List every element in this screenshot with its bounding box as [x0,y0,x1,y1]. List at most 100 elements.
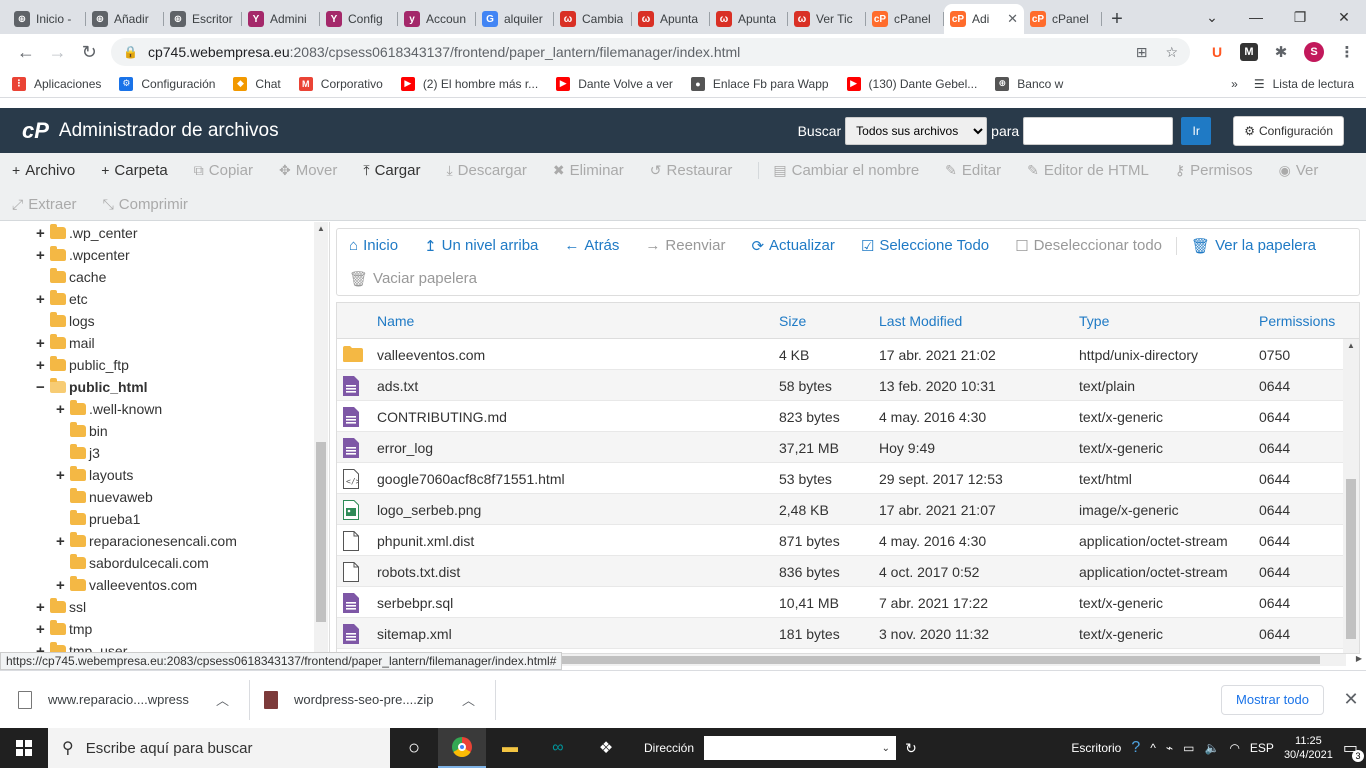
address-go-icon[interactable]: ↻ [896,728,926,768]
download-options-chevron-icon[interactable]: ︿ [462,690,475,709]
restore-button[interactable]: ↺ Restaurar [650,162,733,179]
minimize-button[interactable]: — [1234,9,1278,25]
settings-button[interactable]: ⚙ Configuración [1233,115,1344,146]
close-tab-icon[interactable]: ✕ [1007,11,1018,27]
volume-icon[interactable]: 🔈 [1204,741,1219,755]
html-editor-button[interactable]: ✎ Editor de HTML [1027,162,1149,179]
tree-folder-wp-center[interactable]: + .wp_center [36,222,137,244]
copy-button[interactable]: ⧉ Copiar [194,162,253,179]
up-one-level-button[interactable]: ↥ Un nivel arriba [424,237,538,255]
view-trash-button[interactable]: 🗑 Ver la papelera [1176,236,1316,255]
tree-folder-bin[interactable]: bin [56,420,108,442]
back-button[interactable]: ← Atrás [564,237,619,254]
tree-folder-reparacionesencali-com[interactable]: + reparacionesencali.com [56,530,237,552]
file-explorer-icon[interactable]: ▬ [486,728,534,768]
browser-tab[interactable]: y Accoun [398,4,476,34]
tray-chevron-icon[interactable]: ^ [1150,741,1156,755]
file-table-scrollbar-thumb[interactable] [1346,479,1356,639]
bookmark-item[interactable]: ▶ (130) Dante Gebel... [846,76,977,91]
battery-icon[interactable]: ▭ [1183,741,1194,755]
input-language[interactable]: ESP [1250,741,1274,755]
collapse-icon[interactable]: − [36,379,48,396]
tab-search-icon[interactable]: ⌄ [1190,9,1234,26]
forward-button[interactable]: → Reenviar [645,237,725,254]
select-all-button[interactable]: ☑ Seleccione Todo [861,237,989,255]
bookmark-item[interactable]: ▶ Dante Volve a ver [556,76,673,91]
new-tab-button[interactable]: + [1102,4,1132,34]
bookmark-item[interactable]: ⊕ Banco w [995,76,1063,91]
browser-tab[interactable]: ⊕ Inicio - [8,4,86,34]
more-bookmarks-icon[interactable]: » [1231,77,1238,91]
expand-icon[interactable]: + [36,247,48,264]
extension-m-icon[interactable]: M [1240,43,1258,61]
reading-list-button[interactable]: ☰ Lista de lectura [1254,77,1354,91]
close-downloads-bar-icon[interactable]: ✕ [1336,689,1366,710]
tree-folder-ssl[interactable]: + ssl [36,596,86,618]
tree-folder-public-ftp[interactable]: + public_ftp [36,354,129,376]
tree-folder-sabordulcecali-com[interactable]: sabordulcecali.com [56,552,209,574]
tree-folder-tmp[interactable]: + tmp [36,618,92,640]
expand-icon[interactable]: + [56,401,68,418]
file-row-serbebpr-sql[interactable]: serbebpr.sql 10,41 MB 7 abr. 2021 17:22 tex… [337,587,1359,618]
search-scope-select[interactable]: Todos sus archivos [845,116,988,145]
browser-tab-active[interactable]: cP Adi ✕ [944,4,1024,34]
desktop-toolbar-label[interactable]: Escritorio [1071,741,1121,755]
tree-folder-mail[interactable]: + mail [36,332,95,354]
download-button[interactable]: ⤓ Descargar [446,162,526,179]
view-button[interactable]: ◉ Ver [1279,162,1319,179]
file-row-ads-txt[interactable]: ads.txt 58 bytes 13 feb. 2020 10:31 text/pl… [337,370,1359,401]
file-row-sitemap-xml[interactable]: sitemap.xml 181 bytes 3 nov. 2020 11:32 tex… [337,618,1359,649]
arduino-icon[interactable]: ∞ [534,728,582,768]
browser-tab[interactable]: Galquiler [476,4,554,34]
file-row-error-log[interactable]: error_log 37,21 MB Hoy 9:49 text/x-generic 0… [337,432,1359,463]
expand-icon[interactable]: + [36,621,48,638]
new-file-button[interactable]: + Archivo [12,162,75,179]
browser-menu-icon[interactable]: ⋮ [1338,43,1356,61]
scroll-up-icon[interactable]: ▲ [317,224,325,233]
file-table-scrollbar[interactable]: ▲ [1343,339,1359,653]
file-row-valleeventos-com[interactable]: valleeventos.com 4 KB 17 abr. 2021 21:02 ht… [337,339,1359,370]
bookmark-star-icon[interactable]: ☆ [1165,44,1178,61]
cpanel-logo[interactable]: cP [22,118,49,144]
expand-icon[interactable]: + [36,357,48,374]
reload-button[interactable]: ⟳ Actualizar [751,237,834,255]
bookmark-item[interactable]: ● Enlace Fb para Wapp [690,76,829,91]
browser-tab[interactable]: Y Config [320,4,398,34]
browser-tab[interactable]: ⊕ Escritor [164,4,242,34]
tree-folder-public-html[interactable]: − public_html [36,376,148,398]
column-header-last-modified[interactable]: Last Modified [879,313,962,329]
tree-folder-well-known[interactable]: + .well-known [56,398,162,420]
tree-folder-cache[interactable]: cache [36,266,106,288]
tree-folder-layouts[interactable]: + layouts [56,464,133,486]
permissions-button[interactable]: ⚷ Permisos [1175,162,1253,179]
delete-button[interactable]: ✖ Eliminar [553,162,624,179]
file-row-google7060acf8c8f71551-html[interactable]: </> google7060acf8c8f71551.html 53 bytes 29… [337,463,1359,494]
tree-folder-wpcenter[interactable]: + .wpcenter [36,244,130,266]
windows-start-button[interactable] [0,728,48,768]
rename-button[interactable]: ▤ Cambiar el nombre [758,161,919,179]
expand-icon[interactable]: + [56,533,68,550]
address-toolbar-input[interactable]: ⌄ [704,736,897,760]
browser-tab[interactable]: cP cPanel [866,4,944,34]
file-row-logo-serbeb-png[interactable]: logo_serbeb.png 2,48 KB 17 abr. 2021 21:07… [337,494,1359,525]
dropbox-icon[interactable]: ❖ [582,728,630,768]
taskbar-clock[interactable]: 11:25 30/4/2021 [1284,734,1333,762]
tree-folder-nuevaweb[interactable]: nuevaweb [56,486,153,508]
expand-icon[interactable]: + [36,335,48,352]
show-all-downloads-button[interactable]: Mostrar todo [1221,684,1324,715]
chrome-taskbar-icon[interactable] [438,728,486,768]
tree-scrollbar[interactable]: ▲ [314,222,328,654]
forward-nav-icon[interactable]: → [42,42,74,63]
reload-icon[interactable]: ↻ [73,42,105,63]
column-header-permissions[interactable]: Permissions [1259,313,1335,329]
bookmark-item[interactable]: ⋮ Aplicaciones [12,76,101,91]
download-options-chevron-icon[interactable]: ︿ [216,690,229,709]
column-header-name[interactable]: Name [377,313,414,329]
download-item[interactable]: wordpress-seo-pre....zip ︿ [264,679,496,720]
scroll-right-icon[interactable]: ▶ [1356,654,1362,663]
horizontal-scrollbar-thumb[interactable] [560,656,1320,664]
bookmark-item[interactable]: ⚙ Configuración [119,76,215,91]
task-view-icon[interactable]: ○ [390,728,438,768]
browser-tab[interactable]: ω Cambia [554,4,632,34]
compress-button[interactable]: ⤡ Comprimir [103,196,188,213]
